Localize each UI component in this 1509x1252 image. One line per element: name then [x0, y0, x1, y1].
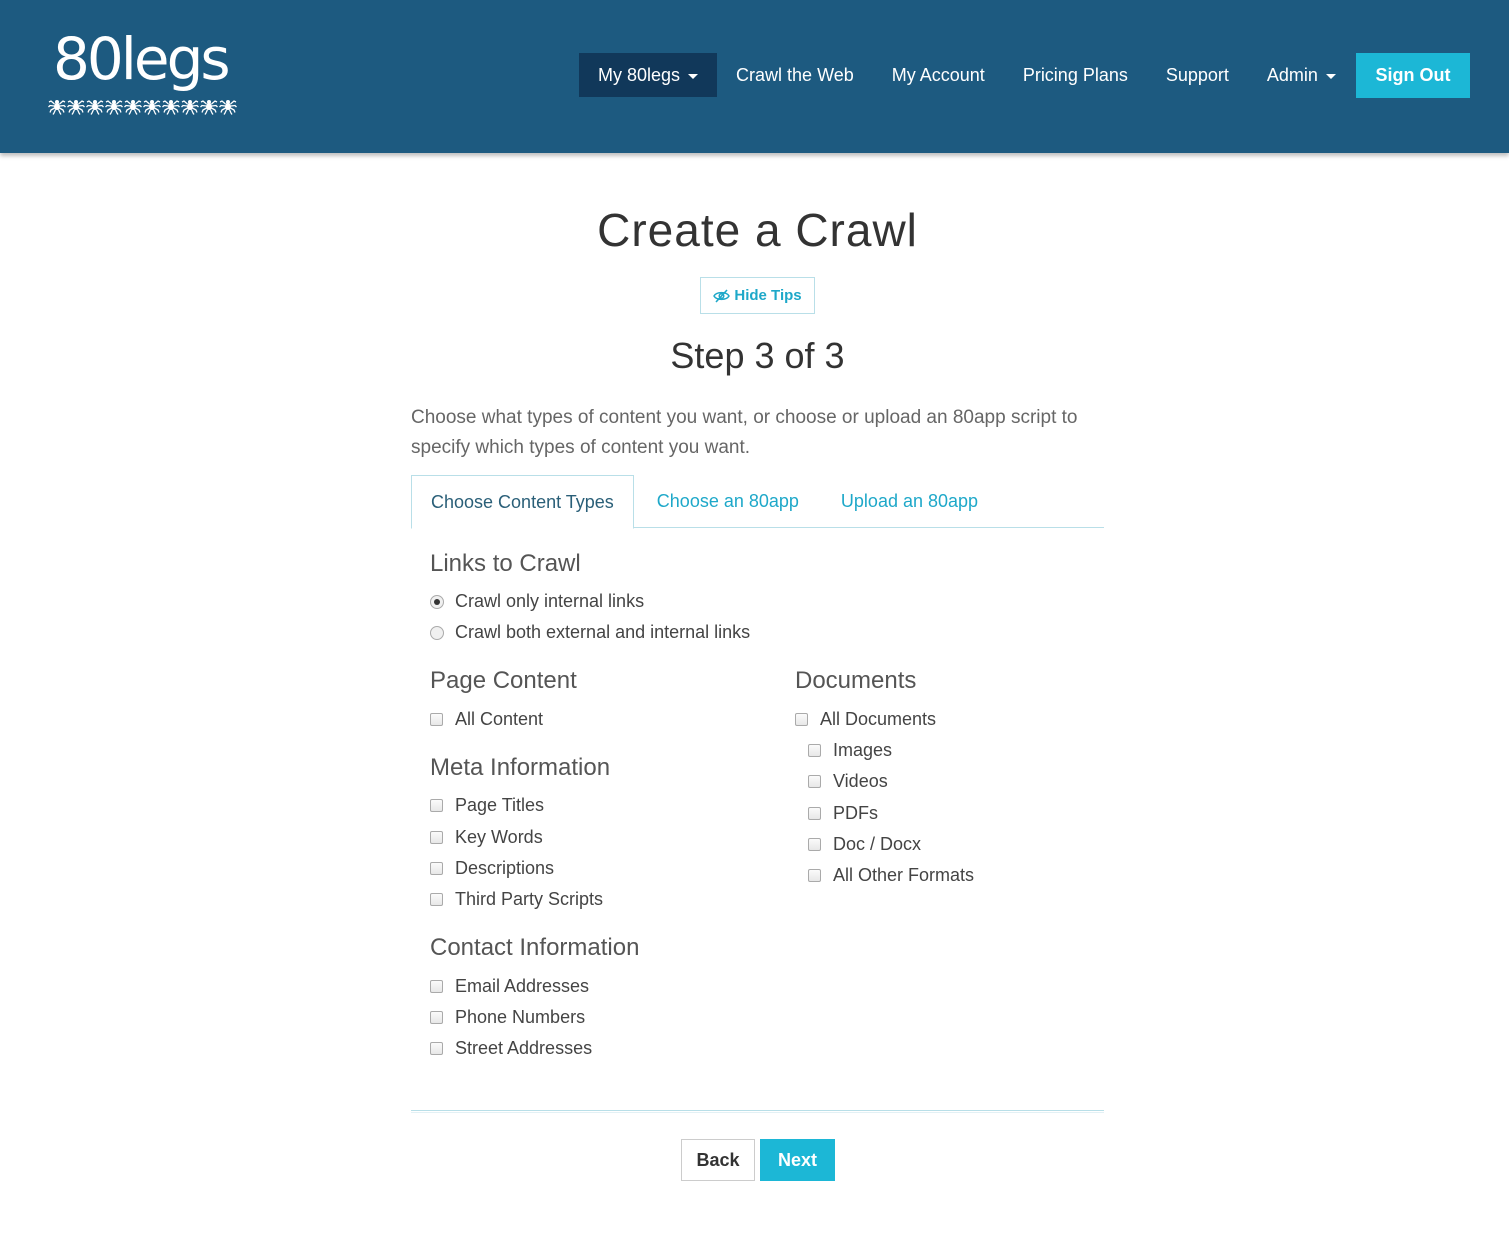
checkbox[interactable] — [795, 713, 808, 726]
checkbox-all-content[interactable]: All Content — [430, 709, 543, 730]
checkbox[interactable] — [430, 831, 443, 844]
checkbox[interactable] — [808, 869, 821, 882]
nav-support-label: Support — [1165, 64, 1229, 85]
tab-upload-80app[interactable]: Upload an 80app — [822, 475, 997, 528]
documents-heading: Documents — [795, 667, 917, 694]
checkbox-page-titles-label: Page Titles — [455, 795, 545, 815]
checkbox-videos-label: Videos — [833, 771, 888, 791]
checkbox[interactable] — [430, 862, 443, 875]
checkbox-email-addresses[interactable]: Email Addresses — [430, 976, 589, 997]
checkbox-pdfs-label: PDFs — [833, 803, 878, 823]
sign-out-button[interactable]: Sign Out — [1356, 53, 1470, 98]
tab-choose-content-types[interactable]: Choose Content Types — [411, 475, 634, 529]
checkbox[interactable] — [430, 799, 443, 812]
checkbox-key-words-label: Key Words — [455, 827, 543, 847]
checkbox-all-other-formats-label: All Other Formats — [833, 865, 975, 885]
nav-crawl-the-web[interactable]: Crawl the Web — [717, 53, 873, 97]
radio-internal-links[interactable]: Crawl only internal links — [430, 591, 644, 612]
spider-icon — [219, 100, 237, 115]
logo-text: 80legs — [53, 25, 231, 93]
radio-button[interactable] — [430, 625, 444, 640]
eye-slash-icon — [713, 288, 731, 303]
radio-external-internal-links-label: Crawl both external and internal links — [455, 622, 751, 642]
checkbox-third-party-scripts[interactable]: Third Party Scripts — [430, 889, 603, 910]
tab-choose-80app[interactable]: Choose an 80app — [638, 475, 818, 528]
checkbox-descriptions-label: Descriptions — [455, 858, 555, 878]
checkbox[interactable] — [808, 744, 821, 757]
spider-icon — [124, 100, 142, 115]
back-button[interactable]: Back — [681, 1139, 755, 1181]
main-nav: My 80legs Crawl the Web My Account Prici… — [579, 53, 1355, 97]
next-button[interactable]: Next — [760, 1139, 835, 1181]
checkbox[interactable] — [430, 893, 443, 906]
nav-pricing-plans[interactable]: Pricing Plans — [1004, 53, 1147, 97]
contact-information-heading: Contact Information — [430, 934, 640, 961]
checkbox-all-documents-label: All Documents — [820, 709, 937, 729]
checkbox-key-words[interactable]: Key Words — [430, 827, 543, 848]
page-title: Create a Crawl — [597, 204, 918, 256]
caret-down-icon — [688, 73, 699, 79]
spider-icon — [86, 100, 104, 115]
checkbox-all-documents[interactable]: All Documents — [795, 709, 936, 730]
checkbox[interactable] — [808, 838, 821, 851]
checkbox-phone-numbers[interactable]: Phone Numbers — [430, 1007, 585, 1028]
hide-tips-label: Hide Tips — [734, 287, 802, 304]
checkbox[interactable] — [430, 713, 443, 726]
spider-icon — [181, 100, 199, 115]
step-description: Choose what types of content you want, o… — [411, 407, 1078, 458]
site-header: 80legs My 80legs Crawl the Web My Accoun… — [0, 0, 1509, 153]
spider-icon — [162, 100, 180, 115]
checkbox-third-party-scripts-label: Third Party Scripts — [455, 889, 604, 909]
checkbox-all-content-label: All Content — [455, 709, 544, 729]
spider-icon — [105, 100, 123, 115]
radio-internal-links-label: Crawl only internal links — [455, 591, 645, 611]
checkbox-phone-numbers-label: Phone Numbers — [455, 1007, 586, 1027]
content-tabs: Choose Content Types Choose an 80app Upl… — [411, 475, 1104, 529]
radio-external-internal-links[interactable]: Crawl both external and internal links — [430, 622, 750, 643]
checkbox-street-addresses-label: Street Addresses — [455, 1038, 593, 1058]
nav-my-80legs[interactable]: My 80legs — [579, 53, 718, 97]
checkbox[interactable] — [430, 980, 443, 993]
spider-icon — [143, 100, 161, 115]
checkbox-doc-docx-label: Doc / Docx — [833, 834, 922, 854]
divider — [411, 1110, 1104, 1113]
checkbox[interactable] — [430, 1011, 443, 1024]
spider-icon — [200, 100, 218, 115]
spider-icon — [67, 100, 85, 115]
nav-my-account[interactable]: My Account — [873, 53, 1004, 97]
logo-spiders-icon — [48, 97, 237, 115]
checkbox-videos[interactable]: Videos — [808, 771, 888, 792]
checkbox-images[interactable]: Images — [808, 740, 892, 761]
checkbox-page-titles[interactable]: Page Titles — [430, 795, 544, 816]
page-content-heading: Page Content — [430, 667, 577, 694]
links-to-crawl-heading: Links to Crawl — [430, 550, 581, 577]
checkbox[interactable] — [808, 807, 821, 820]
nav-crawl-the-web-label: Crawl the Web — [736, 64, 854, 85]
checkbox-images-label: Images — [833, 740, 893, 760]
checkbox-descriptions[interactable]: Descriptions — [430, 858, 554, 879]
meta-information-heading: Meta Information — [430, 754, 611, 781]
checkbox-pdfs[interactable]: PDFs — [808, 803, 878, 824]
nav-admin[interactable]: Admin — [1248, 53, 1355, 97]
logo[interactable]: 80legs — [48, 28, 248, 128]
checkbox[interactable] — [430, 1042, 443, 1055]
checkbox-email-addresses-label: Email Addresses — [455, 976, 590, 996]
caret-down-icon — [1325, 73, 1336, 79]
checkbox-doc-docx[interactable]: Doc / Docx — [808, 834, 921, 855]
nav-admin-label: Admin — [1266, 64, 1318, 85]
nav-pricing-plans-label: Pricing Plans — [1022, 64, 1128, 85]
checkbox-street-addresses[interactable]: Street Addresses — [430, 1038, 592, 1059]
radio-button[interactable] — [430, 594, 444, 609]
checkbox-all-other-formats[interactable]: All Other Formats — [808, 865, 974, 886]
checkbox[interactable] — [808, 775, 821, 788]
nav-my-80legs-label: My 80legs — [598, 64, 681, 85]
nav-support[interactable]: Support — [1147, 53, 1248, 97]
spider-icon — [48, 100, 66, 115]
hide-tips-button[interactable]: Hide Tips — [700, 277, 815, 314]
step-indicator: Step 3 of 3 — [670, 335, 845, 376]
nav-my-account-label: My Account — [891, 64, 985, 85]
